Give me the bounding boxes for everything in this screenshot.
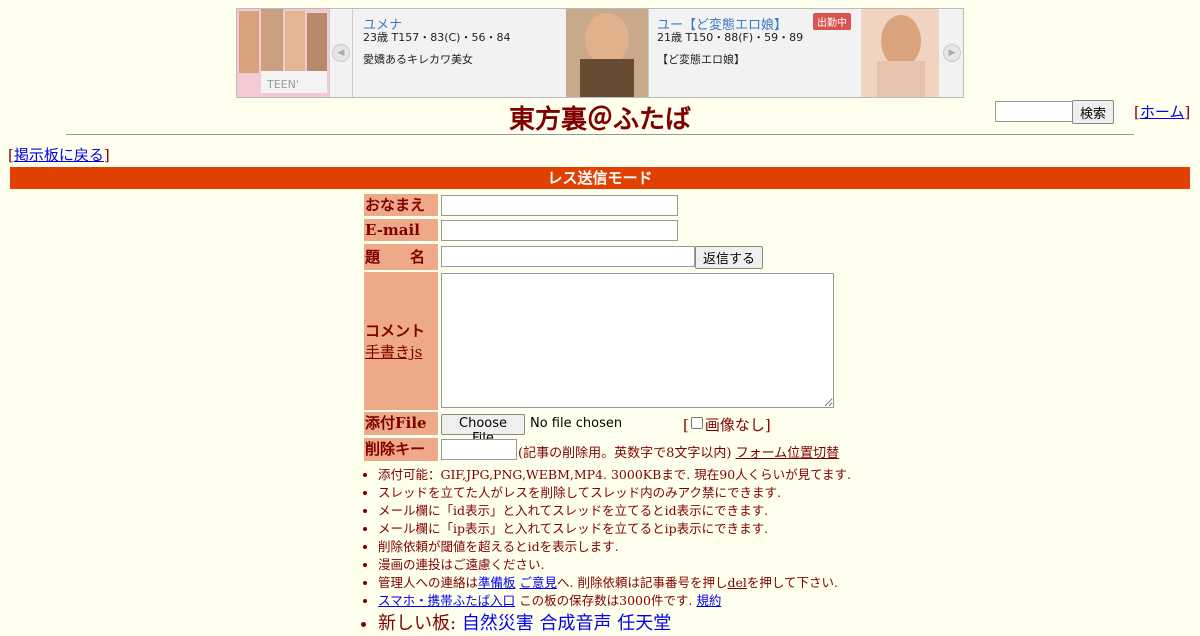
back-link-wrap: [掲示板に戻る] (8, 146, 110, 164)
search-button[interactable]: 検索 (1072, 100, 1115, 124)
ad-thumbnail-left[interactable]: TEEN' (237, 9, 329, 97)
ad-prev-arrow[interactable]: ◀ (332, 44, 350, 62)
home-link-wrap: [ホーム] (1134, 103, 1191, 121)
ad-card-stats: 21歳 T150・88(F)・59・89 (657, 31, 804, 44)
comment-label: コメント (365, 322, 426, 340)
list-item: スレッドを立てた人がレスを削除してスレッド内のみアク禁にできます. (378, 484, 851, 502)
subject-label: 題 名 (364, 244, 438, 270)
delete-key-note: (記事の削除用。英数字で8文字以内) (518, 446, 732, 461)
ad-card[interactable]: ユメナ 23歳 T157・83(C)・56・84 愛嬌あるキレカワ美女 (353, 9, 565, 97)
header-divider (66, 134, 1134, 135)
mobile-entrance-link[interactable]: スマホ・携帯ふたば入口 (378, 593, 515, 608)
new-board-link[interactable]: 自然災害 (462, 613, 534, 634)
ad-next-arrow[interactable]: ▶ (943, 44, 961, 62)
ad-card-desc: 【ど変態エロ娘】 (657, 53, 745, 66)
delete-key-input[interactable] (441, 439, 517, 460)
reply-mode-bar: レス送信モード (10, 167, 1190, 189)
del-link[interactable]: del (727, 575, 746, 590)
ad-banner[interactable]: TEEN' ◀ ユメナ 23歳 T157・83(C)・56・84 愛嬌あるキレカ… (236, 8, 964, 98)
comment-textarea[interactable] (441, 273, 834, 408)
search-input[interactable] (995, 101, 1075, 122)
status-badge: 出勤中 (813, 13, 851, 30)
ad-card[interactable]: ユー【ど変態エロ娘】 出勤中 21歳 T150・88(F)・59・89 【ど変態… (649, 9, 859, 97)
back-to-board-link[interactable]: 掲示板に戻る (14, 146, 104, 164)
contact-note-post: を押して下さい. (746, 575, 838, 590)
contact-note-mid: へ. 削除依頼は記事番号を押し (557, 575, 728, 590)
prep-board-link[interactable]: 準備板 (478, 575, 516, 590)
submit-reply-button[interactable]: 返信する (695, 246, 763, 269)
email-input[interactable] (441, 220, 678, 241)
comment-label-cell: コメント 手書きjs (364, 272, 438, 410)
terms-link[interactable]: 規約 (696, 593, 721, 608)
email-label: E-mail (364, 219, 438, 241)
list-item: 新しい板: 自然災害 合成音声 任天堂 (378, 612, 851, 636)
new-board-link[interactable]: 合成音声 (540, 613, 612, 634)
name-label: おなまえ (364, 194, 438, 216)
delete-key-label: 削除キー (364, 438, 438, 461)
name-input[interactable] (441, 195, 678, 216)
no-image-option: [画像なし] (683, 416, 771, 434)
list-item: メール欄に「id表示」と入れてスレッドを立てるとid表示にできます. (378, 502, 851, 520)
new-boards-label: 新しい板: (378, 613, 457, 634)
ad-photo[interactable] (861, 9, 939, 97)
new-board-link[interactable]: 任天堂 (617, 613, 671, 634)
feedback-link[interactable]: ご意見 (520, 575, 558, 590)
ad-card-desc: 愛嬌あるキレカワ美女 (363, 53, 473, 66)
ad-logo-text: TEEN' (266, 78, 299, 91)
storage-note: この板の保存数は3000件です. (515, 593, 693, 608)
list-item: 削除依頼が閾値を超えるとidを表示します. (378, 538, 851, 556)
contact-note-pre: 管理人への連絡は (378, 575, 479, 590)
file-status: No file chosen (530, 416, 623, 431)
no-image-checkbox[interactable] (690, 417, 703, 429)
form-position-toggle-link[interactable]: フォーム位置切替 (736, 446, 840, 461)
ad-photo[interactable] (566, 9, 648, 97)
home-link[interactable]: ホーム (1140, 103, 1185, 121)
handwrite-link[interactable]: 手書きjs (365, 343, 422, 361)
list-item: 漫画の連投はご遠慮ください. (378, 556, 851, 574)
delete-key-note-wrap: (記事の削除用。英数字で8文字以内) フォーム位置切替 (518, 442, 839, 461)
notes-list: 添付可能：GIF,JPG,PNG,WEBM,MP4. 3000KBまで. 現在9… (362, 466, 851, 636)
subject-input[interactable] (441, 246, 695, 267)
list-item: 添付可能：GIF,JPG,PNG,WEBM,MP4. 3000KBまで. 現在9… (378, 466, 851, 484)
ad-card-stats: 23歳 T157・83(C)・56・84 (363, 31, 511, 44)
list-item: 管理人への連絡は準備板 ご意見へ. 削除依頼は記事番号を押しdelを押して下さい… (378, 574, 851, 592)
list-item: スマホ・携帯ふたば入口 この板の保存数は3000件です. 規約 (378, 592, 851, 610)
list-item: メール欄に「ip表示」と入れてスレッドを立てるとip表示にできます. (378, 520, 851, 538)
no-image-label: 画像なし (704, 416, 765, 434)
choose-file-button[interactable]: Choose File (441, 414, 525, 446)
file-label: 添付File (364, 412, 438, 435)
